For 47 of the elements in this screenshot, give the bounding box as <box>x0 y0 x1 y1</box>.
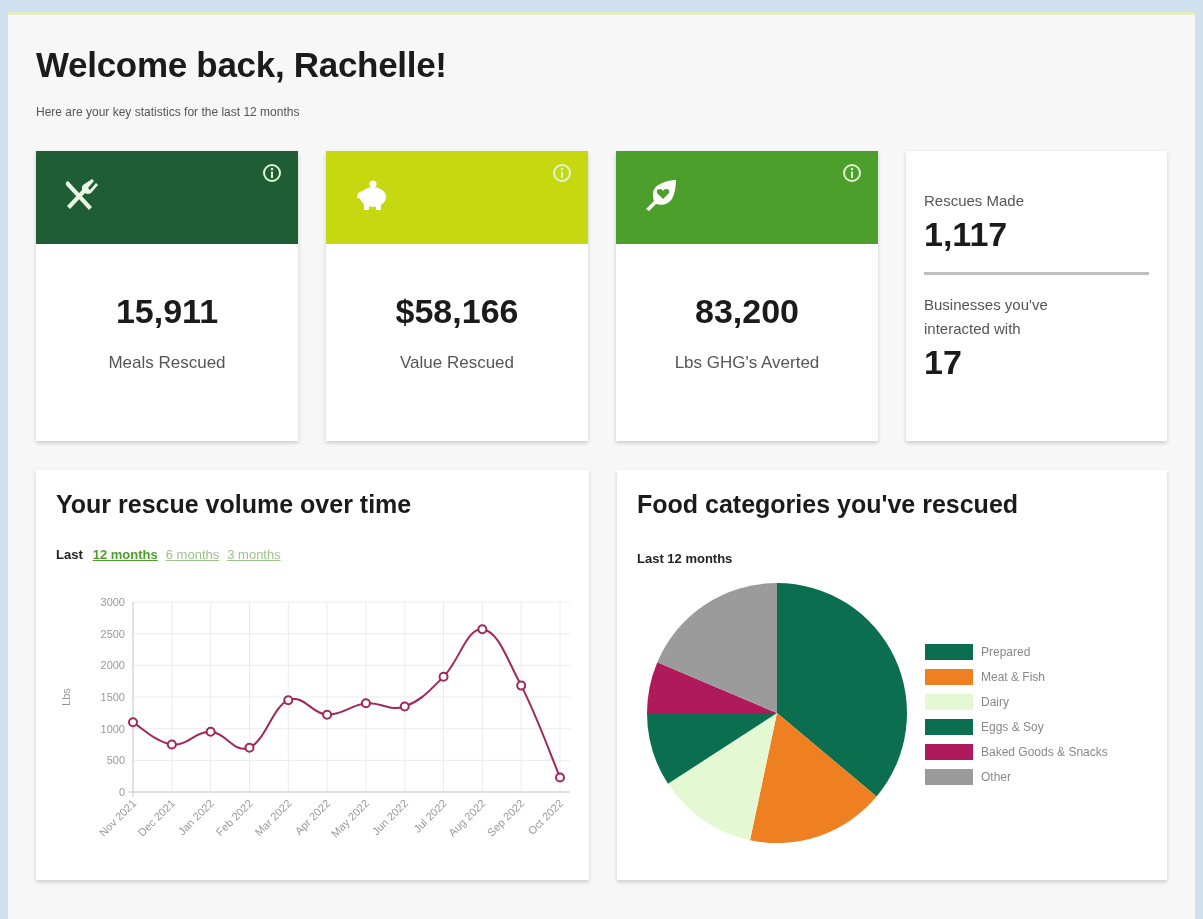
period-label: Last 12 months <box>637 551 734 566</box>
info-icon[interactable] <box>842 163 862 183</box>
panel-title: Your rescue volume over time <box>56 490 413 519</box>
y-tick-label: 2000 <box>100 659 125 672</box>
y-tick-label: 1500 <box>100 691 125 703</box>
data-point <box>438 671 449 682</box>
stat-label: Meals Rescued <box>108 353 226 373</box>
stat-label: Lbs GHG's Averted <box>674 353 820 373</box>
welcome-heading: Welcome back, Rachelle! <box>36 44 448 85</box>
data-point <box>516 680 527 691</box>
panel-title: Food categories you've rescued <box>637 490 1020 519</box>
y-tick-label: 3000 <box>100 596 125 608</box>
stat-value: 15,911 <box>115 292 219 331</box>
data-point <box>166 739 177 750</box>
summary-value: 1,117 <box>924 215 1009 254</box>
legend-label: Dairy <box>981 694 1009 709</box>
data-point <box>477 624 488 635</box>
range-link[interactable]: 12 months <box>92 547 158 562</box>
stat-value: 83,200 <box>695 292 799 331</box>
y-tick-label: 2500 <box>100 627 125 640</box>
data-point <box>205 726 216 737</box>
data-point <box>399 701 410 712</box>
range-link[interactable]: 3 months <box>227 547 281 562</box>
y-axis-label: Lbs <box>60 688 72 706</box>
subheading: Here are your key statistics for the last 12 months <box>36 105 301 119</box>
y-tick-label: 500 <box>106 754 125 767</box>
summary-value: 17 <box>924 343 963 382</box>
range-label: Last <box>56 547 83 562</box>
data-point <box>322 709 333 720</box>
legend-label: Prepared <box>981 644 1031 659</box>
legend-label: Eggs & Soy <box>981 719 1044 734</box>
summary-label: Businesses you've interacted with <box>924 295 1049 339</box>
y-tick-label: 0 <box>118 786 125 798</box>
info-icon[interactable] <box>262 163 282 183</box>
data-point <box>283 695 294 706</box>
range-link[interactable]: 6 months <box>165 547 220 562</box>
y-tick-label: 1000 <box>100 722 125 735</box>
stat-label: Value Rescued <box>399 353 514 373</box>
data-point <box>360 698 371 709</box>
data-point <box>128 717 138 728</box>
legend-label: Baked Goods & Snacks <box>981 744 1108 759</box>
legend-label: Meat & Fish <box>981 669 1046 684</box>
legend-label: Other <box>981 769 1011 784</box>
data-point <box>244 742 255 753</box>
stat-value: $58,166 <box>395 292 519 331</box>
data-point <box>555 772 565 783</box>
summary-label: Rescues Made <box>924 191 1026 211</box>
